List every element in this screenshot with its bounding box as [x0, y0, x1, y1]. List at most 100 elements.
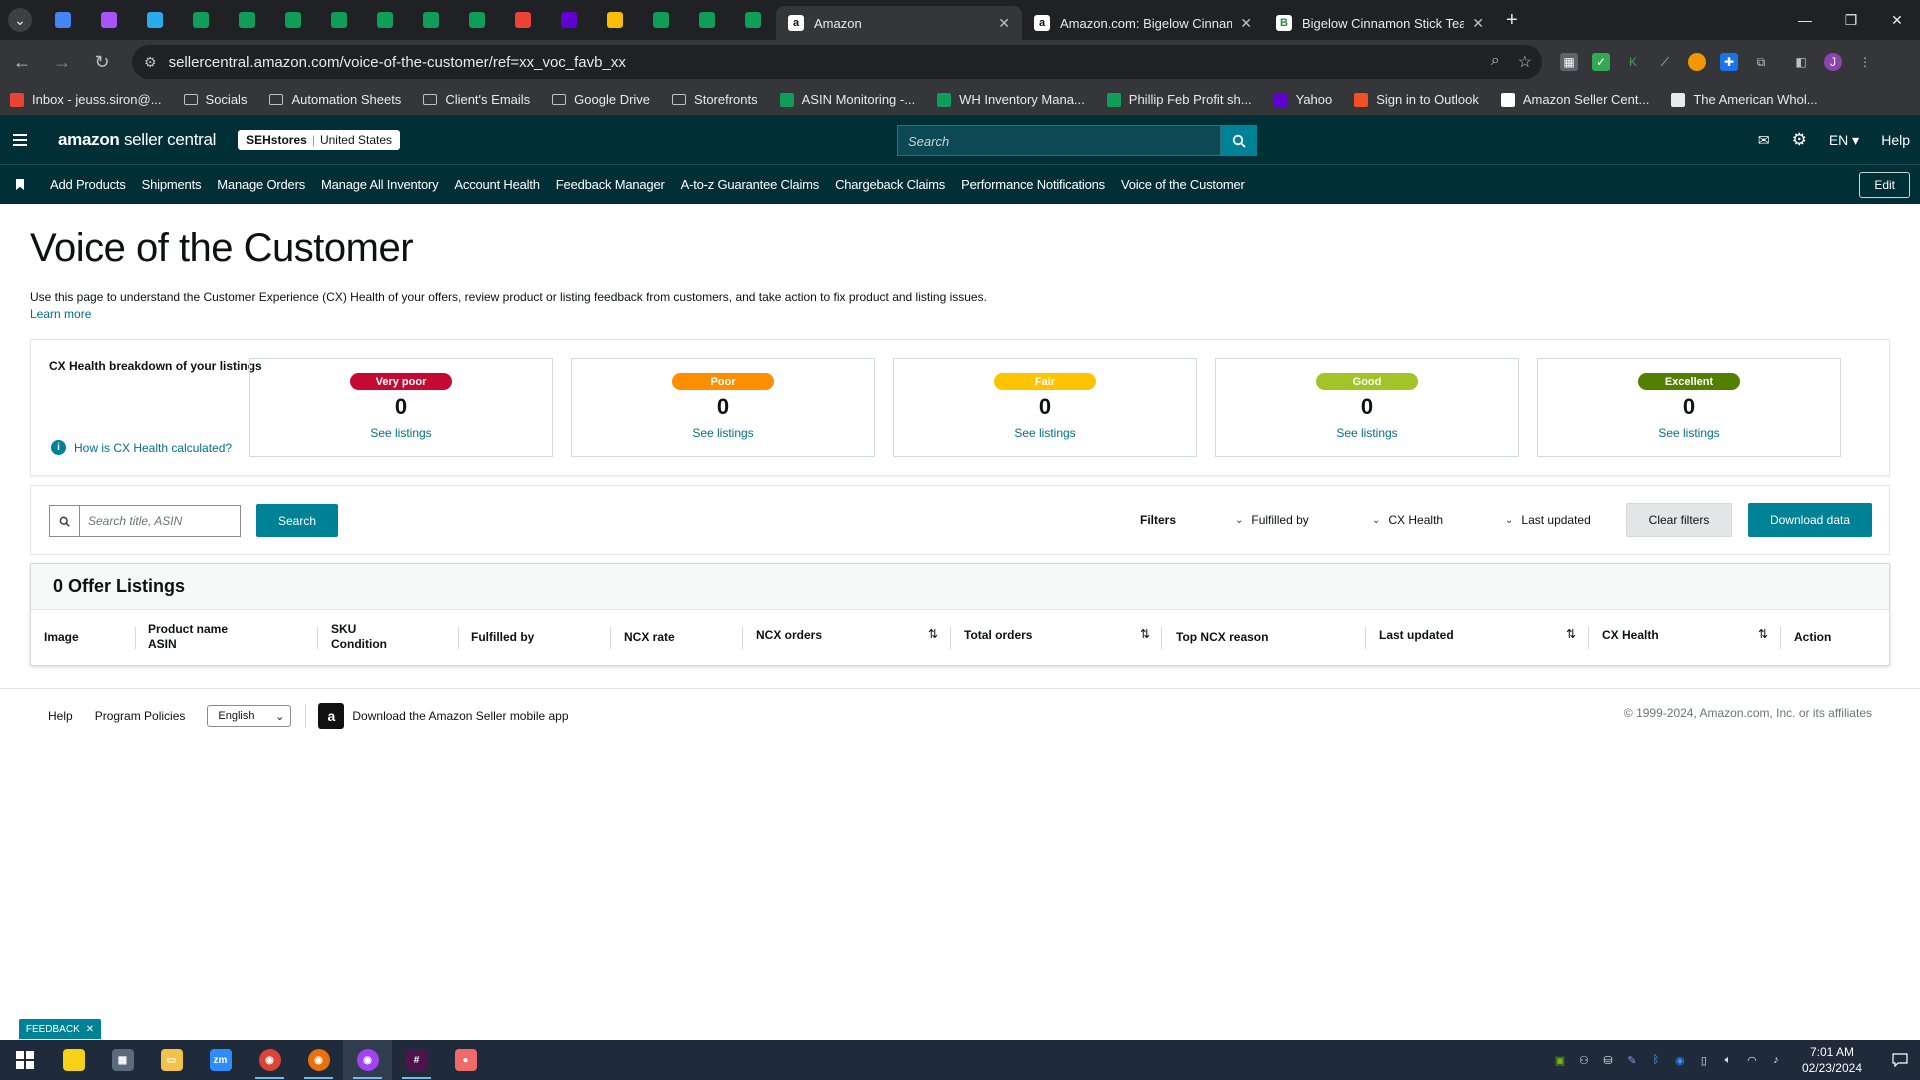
pinned-tab[interactable]	[316, 0, 362, 40]
close-icon[interactable]: ✕	[1472, 15, 1484, 32]
blue-extension-icon[interactable]: ✚	[1720, 53, 1738, 71]
close-icon[interactable]: ✕	[998, 15, 1010, 32]
pen-icon[interactable]: ✎	[1620, 1054, 1644, 1067]
seller-app-link[interactable]: Download the Amazon Seller mobile app	[352, 709, 568, 723]
bookmark-item[interactable]: Storefronts	[672, 92, 758, 107]
see-listings-link[interactable]: See listings	[1658, 426, 1719, 440]
nav-item[interactable]: Chargeback Claims	[835, 177, 945, 192]
column-total-orders[interactable]: Total orders	[964, 628, 1032, 643]
tab-amazon-bigelow[interactable]: a Amazon.com: Bigelow Cinnamon ✕	[1022, 6, 1264, 40]
column-last-updated[interactable]: Last updated	[1379, 628, 1454, 643]
profile-avatar[interactable]: J	[1824, 53, 1842, 71]
store-switcher[interactable]: SEHstores | United States	[238, 130, 400, 150]
bookmark-item[interactable]: Google Drive	[552, 92, 650, 107]
fulfilled-by-filter[interactable]: ⌄ Fulfilled by	[1235, 513, 1309, 527]
taskbar-app[interactable]: zm	[196, 1040, 245, 1080]
nav-item[interactable]: Account Health	[454, 177, 540, 192]
sort-icon[interactable]: ⇅	[1758, 627, 1768, 641]
nav-item[interactable]: Performance Notifications	[961, 177, 1105, 192]
bookmark-star-icon[interactable]: ☆	[1518, 52, 1532, 72]
edit-nav-button[interactable]: Edit	[1859, 172, 1910, 198]
nav-item[interactable]: Add Products	[50, 177, 126, 192]
nav-item[interactable]: Manage All Inventory	[321, 177, 439, 192]
footer-language-select[interactable]: English ⌄	[207, 705, 292, 727]
nav-item[interactable]: Voice of the Customer	[1121, 177, 1245, 192]
learn-more-link[interactable]: Learn more	[30, 307, 91, 321]
header-search-input[interactable]: Search	[897, 125, 1221, 156]
mail-icon[interactable]: ✉	[1758, 132, 1770, 149]
zoom-tray-icon[interactable]: ◉	[1668, 1054, 1692, 1067]
clear-filters-button[interactable]: Clear filters	[1626, 503, 1732, 537]
gear-icon[interactable]: ⚙	[1792, 130, 1807, 150]
bookmark-item[interactable]: Automation Sheets	[269, 92, 401, 107]
bookmark-icon[interactable]	[16, 179, 24, 190]
bookmark-item[interactable]: Socials	[183, 92, 247, 107]
pinned-tab[interactable]	[546, 0, 592, 40]
language-selector[interactable]: EN ▾	[1829, 132, 1859, 149]
hamburger-menu-icon[interactable]	[0, 134, 40, 146]
see-listings-link[interactable]: See listings	[692, 426, 753, 440]
column-ncx-orders[interactable]: NCX orders	[756, 628, 822, 643]
network-share-icon[interactable]: ⛁	[1596, 1054, 1620, 1067]
pinned-tab[interactable]	[270, 0, 316, 40]
column-cx-health[interactable]: CX Health	[1602, 628, 1659, 643]
cx-health-info-link[interactable]: i How is CX Health calculated?	[51, 440, 232, 455]
shield-extension-icon[interactable]: ✓	[1592, 53, 1610, 71]
taskbar-app[interactable]: ▭	[147, 1040, 196, 1080]
search-button[interactable]: Search	[256, 504, 338, 537]
sort-icon[interactable]: ⇅	[1140, 627, 1150, 641]
minimize-icon[interactable]: —	[1782, 0, 1828, 40]
taskbar-app[interactable]: ●	[441, 1040, 490, 1080]
last-updated-filter[interactable]: ⌄ Last updated	[1505, 513, 1591, 527]
pinned-tab[interactable]	[224, 0, 270, 40]
clock[interactable]: 7:01 AM 02/23/2024	[1802, 1044, 1862, 1076]
tab-bigelow-tea[interactable]: B Bigelow Cinnamon Stick Tea Ba ✕	[1264, 6, 1496, 40]
sort-icon[interactable]: ⇅	[928, 627, 938, 641]
see-listings-link[interactable]: See listings	[370, 426, 431, 440]
pinned-tab[interactable]	[684, 0, 730, 40]
program-policies-link[interactable]: Program Policies	[95, 709, 186, 723]
qr-extension-icon[interactable]: ▦	[1560, 53, 1578, 71]
zoom-icon[interactable]: ⌕	[1491, 52, 1500, 72]
forward-button[interactable]: →	[44, 44, 80, 80]
see-listings-link[interactable]: See listings	[1014, 426, 1075, 440]
bluetooth-icon[interactable]: ᛒ	[1644, 1054, 1668, 1066]
taskbar-app[interactable]: ◉	[245, 1040, 294, 1080]
seller-central-logo[interactable]: amazon seller central	[58, 130, 216, 150]
pinned-tab[interactable]	[132, 0, 178, 40]
amazon-app-icon[interactable]: a	[318, 703, 345, 729]
close-window-icon[interactable]: ✕	[1874, 0, 1920, 40]
bookmark-item[interactable]: Client's Emails	[423, 92, 530, 107]
taskbar-app[interactable]: ▦	[98, 1040, 147, 1080]
kebab-menu-icon[interactable]: ⋮	[1856, 53, 1874, 71]
puzzle-icon[interactable]: ⧉	[1752, 53, 1770, 71]
bookmark-item[interactable]: ASIN Monitoring -...	[779, 92, 915, 107]
back-button[interactable]: ←	[4, 44, 40, 80]
tab-amazon[interactable]: a Amazon ✕	[776, 6, 1022, 40]
pinned-tab[interactable]	[730, 0, 776, 40]
pinned-tab[interactable]	[638, 0, 684, 40]
reload-button[interactable]: ↻	[84, 44, 120, 80]
bookmark-item[interactable]: Inbox - jeuss.siron@...	[10, 92, 162, 107]
close-icon[interactable]: ✕	[86, 1024, 94, 1035]
sort-icon[interactable]: ⇅	[1566, 627, 1576, 641]
wifi-icon[interactable]: ◠	[1740, 1054, 1764, 1067]
taskbar-app[interactable]: #	[392, 1040, 441, 1080]
url-bar[interactable]: ⚙ sellercentral.amazon.com/voice-of-the-…	[132, 45, 1542, 79]
nav-item[interactable]: A-to-z Guarantee Claims	[681, 177, 820, 192]
volume-icon[interactable]: 🔈︎	[1716, 1054, 1740, 1067]
notifications-icon[interactable]	[1880, 1053, 1920, 1067]
taskbar-app[interactable]: ◉	[294, 1040, 343, 1080]
listing-search-input[interactable]: Search title, ASIN	[49, 505, 241, 537]
microphone-icon[interactable]: ♪	[1764, 1054, 1788, 1066]
bookmark-item[interactable]: The American Whol...	[1671, 92, 1818, 107]
tab-search-button[interactable]: ⌄	[0, 0, 40, 40]
orange-extension-icon[interactable]	[1688, 53, 1706, 71]
bookmark-item[interactable]: Yahoo	[1273, 92, 1332, 107]
bookmark-item[interactable]: WH Inventory Mana...	[937, 92, 1085, 107]
pinned-tab[interactable]	[408, 0, 454, 40]
pinned-tab[interactable]	[454, 0, 500, 40]
new-tab-button[interactable]: +	[1506, 9, 1518, 32]
see-listings-link[interactable]: See listings	[1336, 426, 1397, 440]
restore-icon[interactable]: ❐	[1828, 0, 1874, 40]
